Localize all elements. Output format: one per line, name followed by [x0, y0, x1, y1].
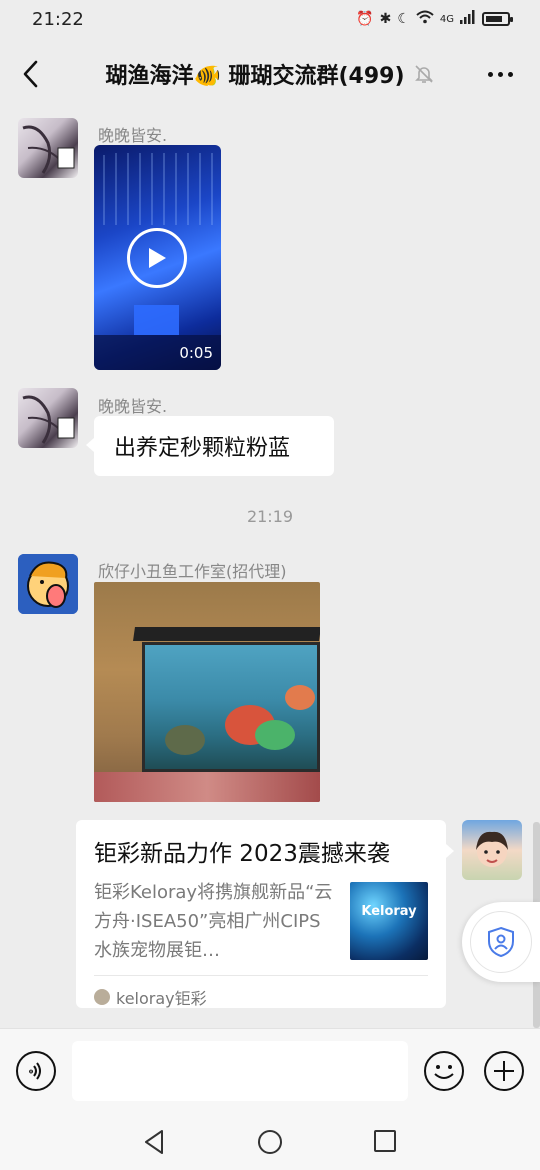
- floating-shield-button[interactable]: [462, 902, 540, 982]
- shield-user-icon: [488, 926, 514, 958]
- alarm-icon: ⏰: [356, 11, 374, 27]
- avatar[interactable]: [18, 554, 78, 614]
- system-nav-bar: [0, 1114, 540, 1170]
- back-button[interactable]: [0, 38, 60, 110]
- play-icon: [149, 248, 166, 268]
- moon-icon: ☾: [397, 11, 410, 27]
- more-button[interactable]: [460, 38, 540, 110]
- image-message[interactable]: [94, 582, 320, 802]
- aquarium-photo: [142, 642, 320, 772]
- status-icons: ⏰ ✱ ☾ 4G: [356, 10, 513, 28]
- source-logo-icon: [94, 989, 110, 1005]
- plus-button[interactable]: [484, 1051, 524, 1091]
- sender-name: 欣仔小丑鱼工作室(招代理): [98, 562, 287, 581]
- signal-icon: [460, 10, 476, 28]
- sender-name: 晚晚皆安.: [98, 397, 168, 416]
- article-description: 钜彩Keloray将携旗舰新品“云方舟·ISEA50”亮相广州CIPS水族宠物展…: [94, 882, 333, 961]
- mute-bell-icon: [413, 63, 435, 85]
- emoji-button[interactable]: [424, 1051, 464, 1091]
- back-arrow-icon: [23, 60, 38, 88]
- status-time: 21:22: [32, 8, 84, 30]
- status-bar: 21:22 ⏰ ✱ ☾ 4G: [0, 0, 540, 38]
- avatar[interactable]: [18, 388, 78, 448]
- network-type: 4G: [439, 13, 454, 25]
- message-text: 出养定秒颗粒粉蓝: [114, 436, 291, 461]
- video-message[interactable]: 0:05: [94, 145, 221, 370]
- nav-recent-icon[interactable]: [374, 1130, 396, 1152]
- battery-icon: [482, 12, 513, 26]
- chat-header: 瑚渔海洋🐠 珊瑚交流群(499): [0, 38, 540, 110]
- article-thumb-text: Keloray: [361, 904, 417, 919]
- self-avatar[interactable]: [462, 820, 522, 880]
- video-duration: 0:05: [179, 344, 213, 362]
- title-wrap: 瑚渔海洋🐠 珊瑚交流群(499): [60, 58, 460, 90]
- time-separator: 21:19: [246, 507, 294, 526]
- wifi-icon: [416, 10, 434, 28]
- sender-name: 晚晚皆安.: [98, 126, 168, 145]
- voice-button[interactable]: [16, 1051, 56, 1091]
- play-button[interactable]: [127, 228, 187, 288]
- article-title: 钜彩新品力作 2023震撼来袭: [94, 841, 390, 867]
- source-name: keloray钜彩: [116, 989, 207, 1008]
- more-dots-icon: [487, 71, 493, 77]
- composer: [0, 1028, 540, 1114]
- bluetooth-icon: ✱: [379, 11, 392, 27]
- text-message-bubble[interactable]: 出养定秒颗粒粉蓝: [86, 416, 334, 476]
- article-card[interactable]: 钜彩新品力作 2023震撼来袭 钜彩Keloray将携旗舰新品“云方舟·ISEA…: [76, 820, 454, 1009]
- nav-back-icon[interactable]: [142, 1128, 166, 1156]
- message-input[interactable]: [72, 1041, 408, 1101]
- nav-home-icon[interactable]: [258, 1130, 282, 1154]
- article-source: keloray钜彩: [94, 985, 428, 1009]
- article-thumbnail: Keloray: [350, 882, 428, 960]
- chat-title: 瑚渔海洋🐠 珊瑚交流群(499): [105, 64, 405, 89]
- emoji-icon: [434, 1065, 454, 1079]
- voice-icon: [29, 1062, 41, 1080]
- avatar[interactable]: [18, 118, 78, 178]
